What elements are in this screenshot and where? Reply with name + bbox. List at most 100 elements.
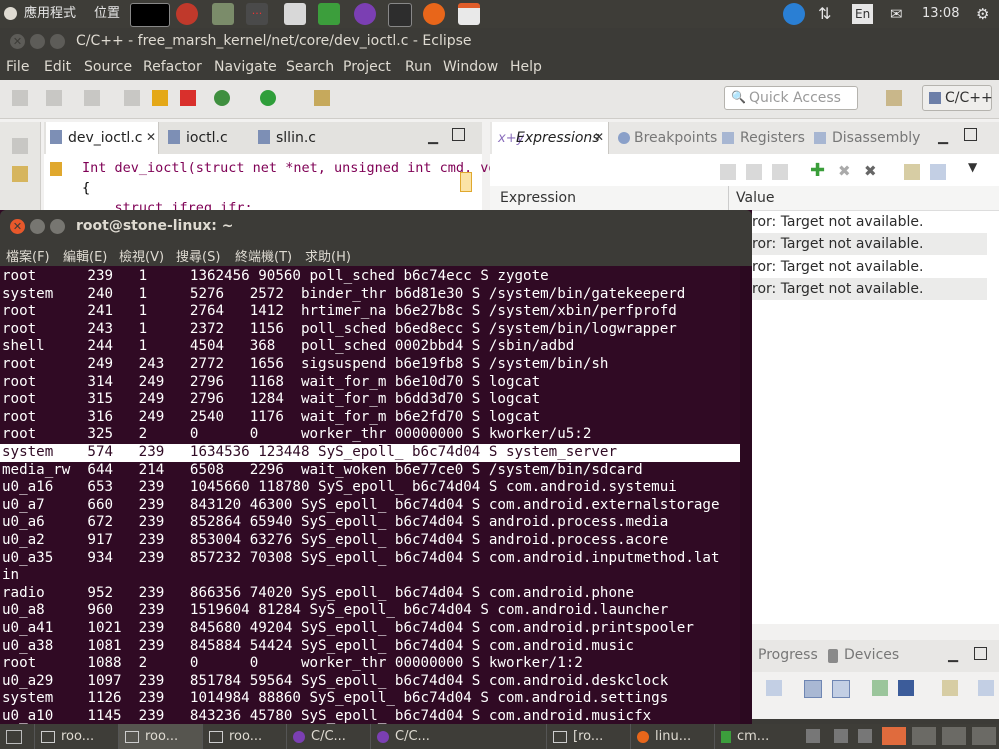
places-menu[interactable]: 位置 — [94, 0, 120, 28]
workspace-switcher-icon[interactable] — [882, 727, 906, 745]
new-icon[interactable] — [12, 90, 28, 106]
maximize-view-icon[interactable] — [964, 128, 977, 141]
show-desktop-icon[interactable] — [6, 730, 22, 744]
menu-help[interactable]: 求助(H) — [305, 246, 351, 265]
skip-breakpoints-icon[interactable] — [124, 90, 140, 106]
menu-search[interactable]: 搜尋(S) — [176, 246, 220, 265]
pin-icon[interactable] — [930, 164, 946, 180]
tools-icon[interactable] — [176, 3, 198, 25]
tab-sllin[interactable]: sllin.c — [254, 122, 334, 154]
menu-edit[interactable]: 編輯(E) — [63, 246, 107, 265]
cable-icon[interactable]: ··· — [246, 3, 268, 25]
teamviewer-icon[interactable] — [783, 3, 805, 25]
scroll-lock-icon[interactable] — [804, 680, 822, 698]
tab-expressions[interactable]: x+y Expressions ✕ — [492, 122, 609, 154]
clock[interactable]: 13:08 — [922, 0, 959, 28]
power-icon[interactable]: ⚙ — [976, 0, 989, 28]
task-cm[interactable]: cm... — [714, 724, 798, 749]
view-menu-icon[interactable]: ▼ — [968, 160, 977, 174]
eclipse-icon[interactable] — [354, 3, 376, 25]
workspace-switcher-icon[interactable] — [972, 727, 996, 745]
minimize-view-icon[interactable]: ▁ — [938, 130, 948, 145]
column-value[interactable]: Value — [736, 190, 774, 206]
console-view-icon[interactable] — [766, 680, 782, 696]
tab-ioctl[interactable]: ioctl.c — [164, 122, 244, 154]
tab-progress[interactable]: Progress — [758, 647, 818, 663]
open-perspective-icon[interactable] — [886, 90, 902, 106]
new-view-icon[interactable] — [904, 164, 920, 180]
clear-console-icon[interactable] — [832, 680, 850, 698]
calculator-icon[interactable] — [284, 3, 306, 25]
menu-project[interactable]: Project — [343, 59, 391, 75]
window-icon[interactable] — [858, 729, 872, 743]
window-icon[interactable] — [806, 729, 820, 743]
maximize-icon[interactable] — [50, 219, 65, 234]
window-icon[interactable] — [834, 729, 848, 743]
task-terminal-2[interactable]: roo... — [118, 724, 202, 749]
maximize-view-icon[interactable] — [452, 128, 465, 141]
show-type-icon[interactable] — [746, 164, 762, 180]
collapse-icon[interactable] — [720, 164, 736, 180]
maximize-view-icon[interactable] — [974, 647, 987, 660]
task-firefox[interactable]: linu... — [630, 724, 714, 749]
tab-disassembly[interactable]: Disassembly — [832, 130, 920, 146]
minimize-view-icon[interactable]: ▁ — [428, 130, 438, 145]
task-terminal-1[interactable]: roo... — [34, 724, 118, 749]
code-editor[interactable]: Int dev_ioctl(struct net *net, unsigned … — [44, 154, 513, 216]
terminate-icon[interactable] — [180, 90, 196, 106]
tab-devices[interactable]: Devices — [844, 647, 899, 663]
display-console-icon[interactable] — [898, 680, 914, 696]
minimize-icon[interactable] — [30, 34, 45, 49]
debug-icon[interactable] — [214, 90, 230, 106]
keyboard-layout-indicator[interactable]: En — [852, 4, 874, 24]
workspace-switcher-icon[interactable] — [942, 727, 966, 745]
build-icon[interactable] — [84, 90, 100, 106]
suspend-icon[interactable] — [152, 90, 168, 106]
terminal-launcher-icon[interactable] — [130, 3, 170, 27]
firefox-icon[interactable] — [423, 3, 445, 25]
close-icon[interactable]: ✕ — [10, 34, 25, 49]
apps-icon[interactable] — [4, 7, 17, 20]
tab-breakpoints[interactable]: Breakpoints — [634, 130, 717, 146]
tab-registers[interactable]: Registers — [740, 130, 805, 146]
maximize-icon[interactable] — [50, 34, 65, 49]
network-icon[interactable]: ⇅ — [818, 0, 831, 28]
settings-icon[interactable] — [212, 3, 234, 25]
mail-icon[interactable]: ✉ — [890, 0, 903, 28]
overview-ruler[interactable] — [460, 172, 472, 192]
menu-view[interactable]: 檢視(V) — [119, 246, 164, 265]
minimize-view-icon[interactable]: ▁ — [948, 648, 958, 663]
pin-console-icon[interactable] — [872, 680, 888, 696]
menu-terminal[interactable]: 終端機(T) — [235, 246, 292, 265]
remove-all-icon[interactable]: ✖ — [864, 162, 877, 180]
monitor-icon[interactable] — [318, 3, 340, 25]
run-icon[interactable] — [260, 90, 276, 106]
menu-file[interactable]: File — [6, 59, 29, 75]
minimize-console-icon[interactable] — [978, 680, 994, 696]
workspace-switcher-icon[interactable] — [912, 727, 936, 745]
close-icon[interactable]: ✕ — [594, 130, 604, 144]
menu-search[interactable]: Search — [286, 59, 334, 75]
column-expression[interactable]: Expression — [500, 190, 576, 206]
menu-refactor[interactable]: Refactor — [143, 59, 202, 75]
menu-window[interactable]: Window — [443, 59, 498, 75]
terminal-scrollbar[interactable] — [740, 266, 752, 724]
perspective-cpp-button[interactable]: C/C++ — [922, 85, 993, 111]
menu-file[interactable]: 檔案(F) — [6, 246, 50, 265]
task-eclipse-2[interactable]: C/C... — [370, 724, 454, 749]
apps-menu[interactable]: 應用程式 — [24, 0, 76, 28]
menu-source[interactable]: Source — [84, 59, 132, 75]
minimize-icon[interactable] — [30, 219, 45, 234]
console-icon[interactable] — [388, 3, 412, 27]
task-terminal-4[interactable]: [ro... — [546, 724, 630, 749]
files-icon[interactable] — [458, 3, 480, 25]
add-expression-icon[interactable]: ✚ — [810, 160, 825, 181]
menu-run[interactable]: Run — [405, 59, 432, 75]
quick-access-field[interactable]: 🔍 Quick Access — [724, 86, 858, 110]
menu-help[interactable]: Help — [510, 59, 542, 75]
external-tools-icon[interactable] — [314, 90, 330, 106]
restore-icon[interactable] — [12, 138, 28, 154]
menu-edit[interactable]: Edit — [44, 59, 71, 75]
close-icon[interactable]: ✕ — [146, 130, 156, 144]
terminal-output[interactable]: root 239 1 1362456 90560 poll_sched b6c7… — [0, 268, 740, 724]
